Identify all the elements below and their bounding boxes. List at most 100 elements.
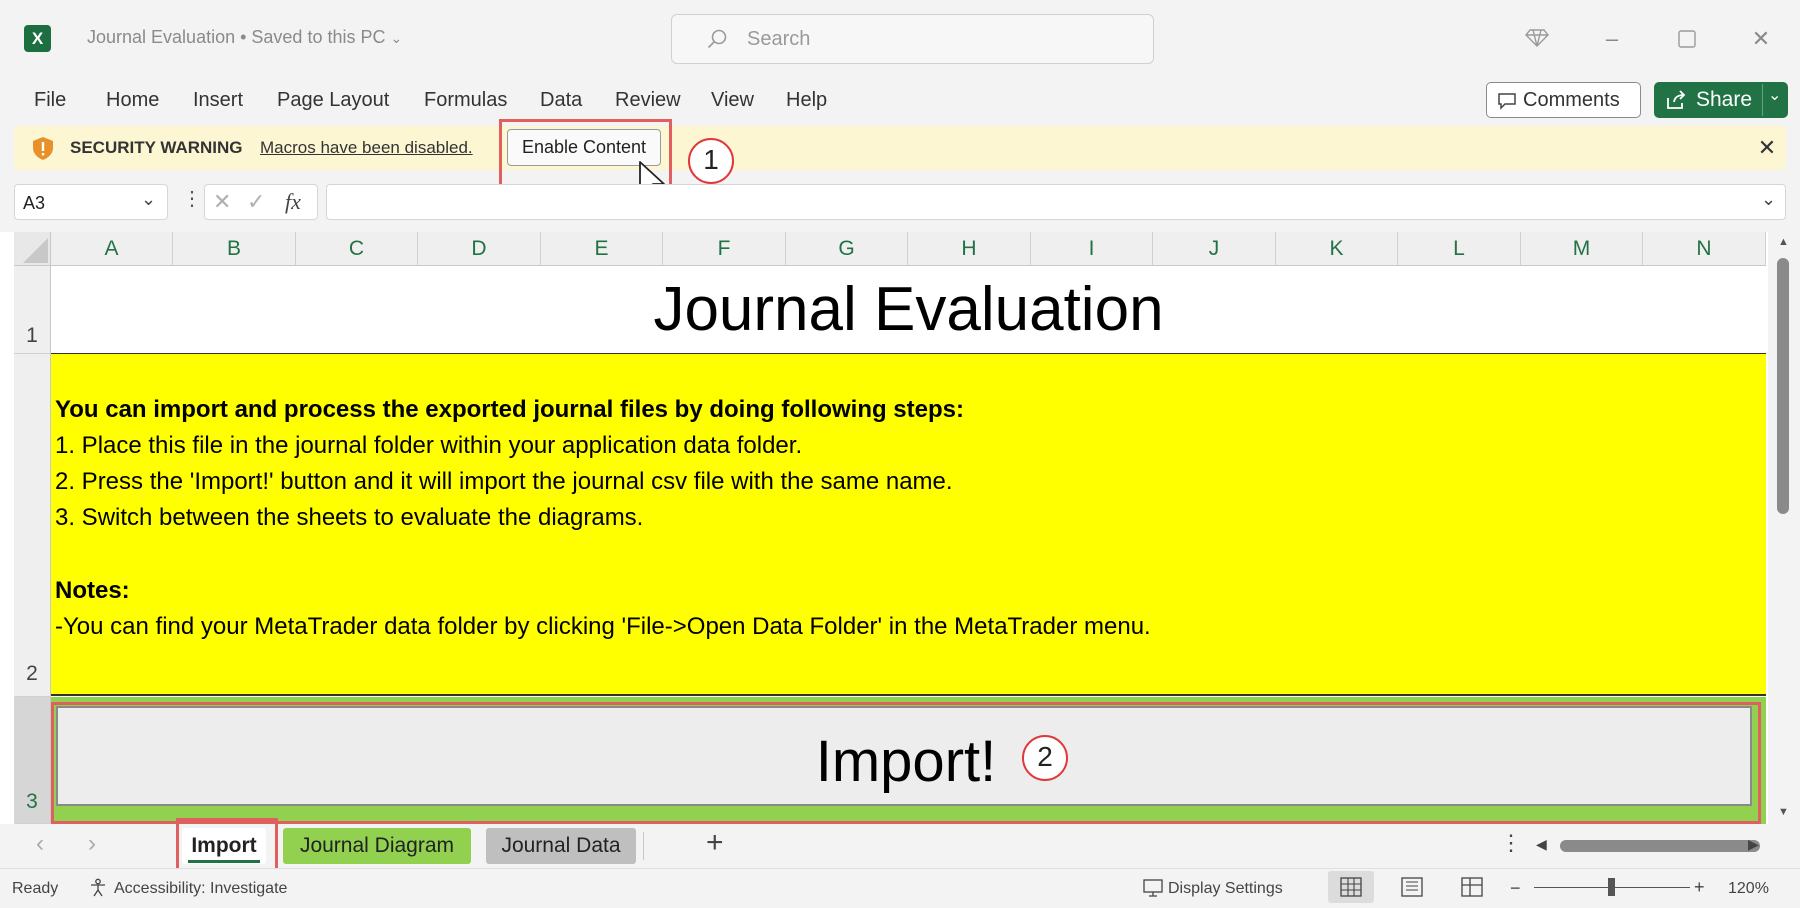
share-label: Share xyxy=(1696,88,1753,111)
macros-disabled-link[interactable]: Macros have been disabled. xyxy=(260,138,473,158)
column-header-g[interactable]: G xyxy=(786,232,908,266)
column-header-n[interactable]: N xyxy=(1643,232,1766,266)
share-divider xyxy=(1762,84,1763,116)
row-header-3[interactable]: 3 xyxy=(14,697,51,824)
scroll-up-icon[interactable]: ▲ xyxy=(1778,236,1789,248)
next-sheet-icon[interactable]: › xyxy=(88,830,96,858)
chevron-down-icon[interactable]: ⌄ xyxy=(141,189,156,210)
share-button[interactable]: Share ⌄ xyxy=(1654,82,1788,118)
share-icon xyxy=(1667,90,1686,109)
title-cell[interactable]: Journal Evaluation xyxy=(51,266,1766,354)
accessibility-icon xyxy=(91,878,105,897)
page-layout-view-button[interactable] xyxy=(1392,871,1432,903)
tab-divider xyxy=(643,832,644,860)
insert-function-icon[interactable]: fx xyxy=(285,189,301,215)
menu-formulas[interactable]: Formulas xyxy=(424,89,507,112)
column-header-b[interactable]: B xyxy=(173,232,296,266)
callout-marker-2: 2 xyxy=(1022,735,1068,781)
search-box[interactable]: Search xyxy=(671,14,1154,64)
premium-diamond-icon[interactable] xyxy=(1522,24,1552,54)
menu-file[interactable]: File xyxy=(34,89,66,112)
display-settings-icon xyxy=(1143,879,1163,897)
vertical-scroll-thumb[interactable] xyxy=(1777,258,1789,514)
close-window-button[interactable]: ✕ xyxy=(1746,24,1776,54)
expand-formula-chevron-icon[interactable]: ⌄ xyxy=(1761,189,1776,210)
column-header-d[interactable]: D xyxy=(418,232,541,266)
menu-help[interactable]: Help xyxy=(786,89,827,112)
formula-input[interactable]: ⌄ xyxy=(326,184,1786,220)
document-title[interactable]: Journal Evaluation • Saved to this PC ⌄ xyxy=(87,27,402,48)
more-options-icon[interactable]: ⋮ xyxy=(1500,830,1522,856)
menu-review[interactable]: Review xyxy=(615,89,681,112)
instructions-heading: You can import and process the exported … xyxy=(55,396,964,423)
menu-data[interactable]: Data xyxy=(540,89,582,112)
menu-home[interactable]: Home xyxy=(106,89,159,112)
security-warning-bar: SECURITY WARNING Macros have been disabl… xyxy=(14,126,1786,170)
row-header-1[interactable]: 1 xyxy=(14,266,51,354)
column-header-f[interactable]: F xyxy=(663,232,786,266)
scroll-right-icon[interactable]: ▶ xyxy=(1748,836,1759,853)
chevron-down-icon[interactable]: ⌄ xyxy=(1768,85,1781,105)
column-header-m[interactable]: M xyxy=(1521,232,1643,266)
spreadsheet-grid[interactable]: A B C D E F G H I J K L M N 1 2 3 Journa… xyxy=(0,232,1800,824)
column-header-a[interactable]: A xyxy=(51,232,173,266)
add-sheet-button[interactable]: + xyxy=(706,826,724,860)
column-header-c[interactable]: C xyxy=(296,232,418,266)
excel-app-icon: X xyxy=(24,25,51,52)
shield-warning-icon xyxy=(33,137,53,160)
import-button-highlight xyxy=(51,702,1761,824)
column-header-h[interactable]: H xyxy=(908,232,1031,266)
name-box[interactable]: A3 ⌄ xyxy=(14,184,168,220)
scroll-down-icon[interactable]: ▼ xyxy=(1778,806,1789,818)
zoom-slider-thumb[interactable] xyxy=(1608,878,1615,896)
select-all-corner[interactable] xyxy=(14,232,51,266)
note-text: -You can find your MetaTrader data folde… xyxy=(55,613,1151,640)
page-break-view-button[interactable] xyxy=(1452,871,1492,903)
sheet-tab-journal-diagram[interactable]: Journal Diagram xyxy=(283,828,471,864)
more-options-icon[interactable]: ⋮ xyxy=(182,186,202,211)
previous-sheet-icon[interactable]: ‹ xyxy=(36,830,44,858)
close-icon[interactable]: ✕ xyxy=(1754,135,1780,161)
vertical-scrollbar[interactable]: ▲ ▼ xyxy=(1768,232,1800,824)
instructions-cell[interactable]: You can import and process the exported … xyxy=(51,354,1766,696)
chevron-down-icon: ⌄ xyxy=(390,30,403,46)
name-box-value: A3 xyxy=(23,193,46,213)
column-header-k[interactable]: K xyxy=(1276,232,1398,266)
cancel-icon[interactable]: ✕ xyxy=(213,189,231,215)
security-warning-label: SECURITY WARNING xyxy=(70,138,243,157)
minimize-button[interactable]: – xyxy=(1597,24,1627,54)
column-header-i[interactable]: I xyxy=(1031,232,1153,266)
menu-view[interactable]: View xyxy=(711,89,754,112)
status-bar: Ready Accessibility: Investigate Display… xyxy=(0,868,1800,907)
zoom-out-button[interactable]: − xyxy=(1510,878,1521,899)
callout-marker-1: 1 xyxy=(688,138,734,184)
comments-button[interactable]: Comments xyxy=(1486,82,1641,118)
comments-label: Comments xyxy=(1523,89,1620,111)
check-icon[interactable]: ✓ xyxy=(247,189,265,215)
normal-view-button[interactable] xyxy=(1328,871,1374,903)
column-header-j[interactable]: J xyxy=(1153,232,1276,266)
instruction-step-3: 3. Switch between the sheets to evaluate… xyxy=(55,504,644,531)
sheet-title: Journal Evaluation xyxy=(653,275,1164,344)
notes-heading: Notes: xyxy=(55,577,130,604)
status-text: Ready xyxy=(12,880,59,897)
sheet-tab-journal-data[interactable]: Journal Data xyxy=(486,828,636,864)
accessibility-status[interactable]: Accessibility: Investigate xyxy=(114,880,287,898)
title-bar: X Journal Evaluation • Saved to this PC … xyxy=(0,0,1800,78)
display-settings-button[interactable]: Display Settings xyxy=(1168,880,1283,898)
formula-buttons: ✕ ✓ fx xyxy=(204,184,318,220)
menu-insert[interactable]: Insert xyxy=(193,89,243,112)
import-tab-highlight xyxy=(176,818,278,868)
column-header-e[interactable]: E xyxy=(541,232,663,266)
maximize-button[interactable] xyxy=(1672,24,1702,54)
column-header-l[interactable]: L xyxy=(1398,232,1521,266)
zoom-level[interactable]: 120% xyxy=(1728,880,1769,898)
menu-page-layout[interactable]: Page Layout xyxy=(277,89,389,112)
comment-icon xyxy=(1498,93,1516,110)
document-title-text: Journal Evaluation • Saved to this PC xyxy=(87,27,386,47)
row-header-2[interactable]: 2 xyxy=(14,354,51,697)
zoom-in-button[interactable]: + xyxy=(1694,877,1705,898)
instruction-step-1: 1. Place this file in the journal folder… xyxy=(55,432,803,459)
scroll-left-icon[interactable]: ◀ xyxy=(1536,836,1547,853)
horizontal-scroll-thumb[interactable] xyxy=(1560,840,1760,852)
